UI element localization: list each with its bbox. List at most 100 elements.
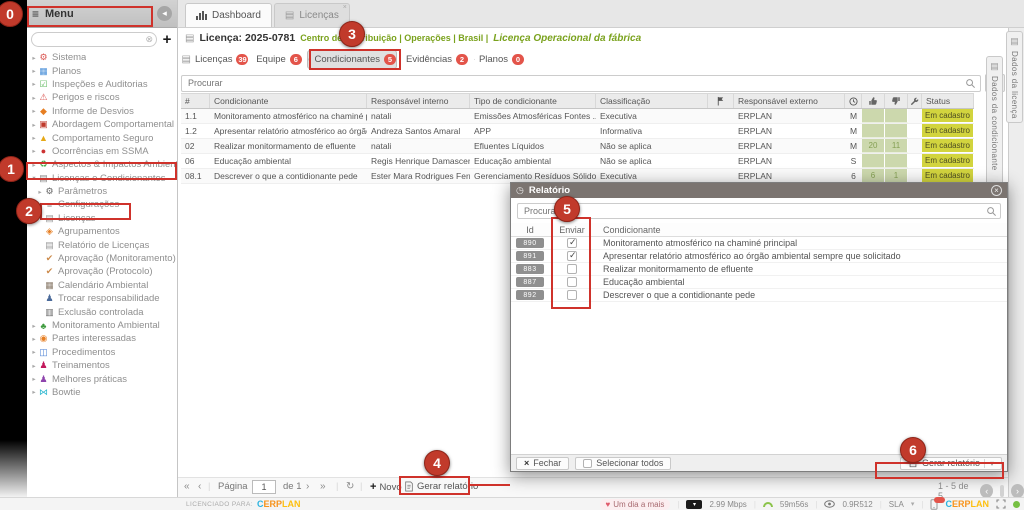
divider: |	[677, 500, 679, 509]
last-page-button[interactable]: »	[320, 481, 326, 492]
section-tab-label: Evidências	[406, 54, 452, 65]
section-tab-evidencias[interactable]: Evidências 2	[403, 50, 467, 69]
section-tab-licencas[interactable]: ▤ Licenças 39	[183, 50, 247, 69]
column-header-status[interactable]: Status	[922, 94, 974, 108]
cell-flag	[708, 154, 734, 168]
column-header-classificacao[interactable]: Classificação	[596, 94, 708, 108]
expand-arrow-icon: ▸	[30, 335, 38, 343]
drawer-tab-dados-da-licenca[interactable]: ▤ Dados da licença	[1006, 31, 1023, 123]
mobile-app-button[interactable]	[930, 499, 938, 510]
cell-tipo: Educação ambiental	[470, 154, 596, 168]
tab-dashboard[interactable]: Dashboard	[185, 3, 272, 27]
sidebar-collapse-button[interactable]: ◂	[157, 6, 172, 21]
cell-thumb-down-count: 1	[885, 169, 908, 183]
condicionantes-table: # Condicionante Responsável interno Tipo…	[181, 93, 974, 184]
table-row[interactable]: 02 Realizar monitormamento de efluente n…	[181, 139, 974, 154]
fullscreen-icon[interactable]	[996, 499, 1006, 509]
first-page-button[interactable]: «	[184, 481, 190, 492]
divider: |	[208, 481, 210, 492]
menu-item-icon: ♣	[38, 321, 49, 331]
column-header-flag[interactable]	[708, 94, 734, 108]
section-tab-planos[interactable]: Planos 0	[473, 50, 525, 69]
expand-arrow-icon: ▸	[30, 375, 38, 383]
column-header-actions[interactable]	[908, 94, 922, 108]
tab-licencas[interactable]: ▤ Licenças ×	[274, 3, 350, 27]
cell-condicionante: Educação ambiental	[210, 154, 367, 168]
menu-item-icon: ▤	[44, 240, 55, 251]
cell-clock: M	[845, 124, 862, 138]
cell-responsavel-interno: Ester Mara Rodrigues Fernandes	[367, 169, 470, 183]
brand-lan: LAN	[971, 499, 990, 509]
previous-page-button[interactable]: ‹	[198, 481, 201, 492]
sidebar-menu: ▸ ⚙ Sistema ▸ ▦ Planos ▸ ☑ Inspeções e A…	[27, 48, 177, 399]
add-menu-button[interactable]: +	[160, 33, 174, 47]
cell-thumb-down-count: 11	[885, 139, 908, 153]
table-footer: « ‹ | Página de 1 › » | ↻ | + Novo Gerar…	[178, 477, 1008, 497]
notification-badge	[934, 497, 945, 503]
license-card-icon: ▤	[285, 10, 294, 21]
table-row[interactable]: 06 Educação ambiental Regis Henrique Dam…	[181, 154, 974, 169]
cell-classificacao: Não se aplica	[596, 154, 708, 168]
close-tab-icon[interactable]: ×	[343, 4, 347, 11]
menu-item-icon: ▣	[38, 119, 49, 130]
brand-erp: ERP	[263, 499, 282, 509]
menu-item-label: Abordagem Comportamental	[52, 119, 174, 130]
sla-menu[interactable]: SLA	[889, 500, 904, 509]
column-header-responsavel-externo[interactable]: Responsável externo	[734, 94, 845, 108]
table-row[interactable]: 1.2 Apresentar relatório atmosférico ao …	[181, 124, 974, 139]
status-badge: Em cadastro	[922, 109, 974, 123]
heart-icon: ♥	[606, 500, 611, 509]
erplan-logo: C ERP LAN	[257, 499, 301, 509]
select-all-checkbox[interactable]	[583, 459, 592, 468]
table-search-input[interactable]	[181, 75, 981, 92]
column-header-tipo[interactable]: Tipo de condicionante	[470, 94, 596, 108]
column-header-num[interactable]: #	[181, 94, 210, 108]
annotation-circle-3: 3	[339, 21, 365, 47]
app-window: ≡ Menu ◂ ⊗ + ▸ ⚙ Sistema ▸ ▦ Planos	[0, 0, 1024, 510]
menu-item-label: Partes interessadas	[52, 333, 136, 344]
cell-flag	[708, 139, 734, 153]
menu-item-label: Treinamentos	[52, 360, 110, 371]
menu-item-icon: ⚠	[38, 92, 49, 103]
page-input[interactable]	[252, 480, 276, 494]
cell-actions	[908, 154, 922, 168]
annotation-box-4	[399, 476, 470, 495]
cell-condicionante: Descrever o que a contidionante pede	[210, 169, 367, 183]
expand-arrow-icon: ▸	[30, 322, 38, 330]
column-header-thumb-down[interactable]	[885, 94, 908, 108]
close-modal-button[interactable]: × Fechar	[516, 457, 569, 470]
cell-flag	[708, 169, 734, 183]
map-icon	[474, 54, 475, 65]
sidebar-search-input[interactable]	[31, 32, 157, 47]
section-tab-equipe[interactable]: Equipe 6	[253, 50, 301, 69]
cell-thumb-up-count	[862, 109, 885, 123]
cell-classificacao: Não se aplica	[596, 139, 708, 153]
next-page-button[interactable]: ›	[306, 481, 309, 492]
id-chip: 892	[516, 290, 544, 300]
column-header-clock[interactable]	[845, 94, 862, 108]
scroll-left-button[interactable]: ‹	[980, 484, 993, 498]
count-badge: 2	[456, 54, 468, 65]
license-card-icon: ▤	[182, 54, 191, 65]
cell-responsavel-interno: natali	[367, 139, 470, 153]
column-header-thumb-up[interactable]	[862, 94, 885, 108]
mini-scrollbar[interactable]	[1000, 485, 1004, 497]
select-all-button[interactable]: Selecionar todos	[575, 457, 671, 470]
refresh-button[interactable]: ↻	[346, 481, 354, 492]
clock-icon: ◷	[516, 185, 524, 196]
table-row[interactable]: 1.1 Monitoramento atmosférico na chaminé…	[181, 109, 974, 124]
clear-search-icon[interactable]: ⊗	[145, 34, 153, 45]
sla-caret-icon[interactable]: ▾	[911, 500, 915, 508]
new-button[interactable]: + Novo	[370, 481, 402, 493]
column-header-condicionante[interactable]: Condicionante	[210, 94, 367, 108]
online-status-dot	[1013, 501, 1020, 508]
annotation-box-3	[309, 49, 401, 70]
scroll-right-button[interactable]: ›	[1011, 484, 1024, 498]
menu-item-icon: ☑	[38, 79, 49, 90]
divider: |	[880, 500, 882, 509]
uptime-label: Um dia a mais	[613, 500, 664, 509]
menu-item-label: Perigos e riscos	[52, 92, 120, 103]
modal-close-button[interactable]: ×	[991, 185, 1002, 196]
column-header-responsavel-interno[interactable]: Responsável interno	[367, 94, 470, 108]
license-card-icon: ▤	[1010, 36, 1019, 47]
